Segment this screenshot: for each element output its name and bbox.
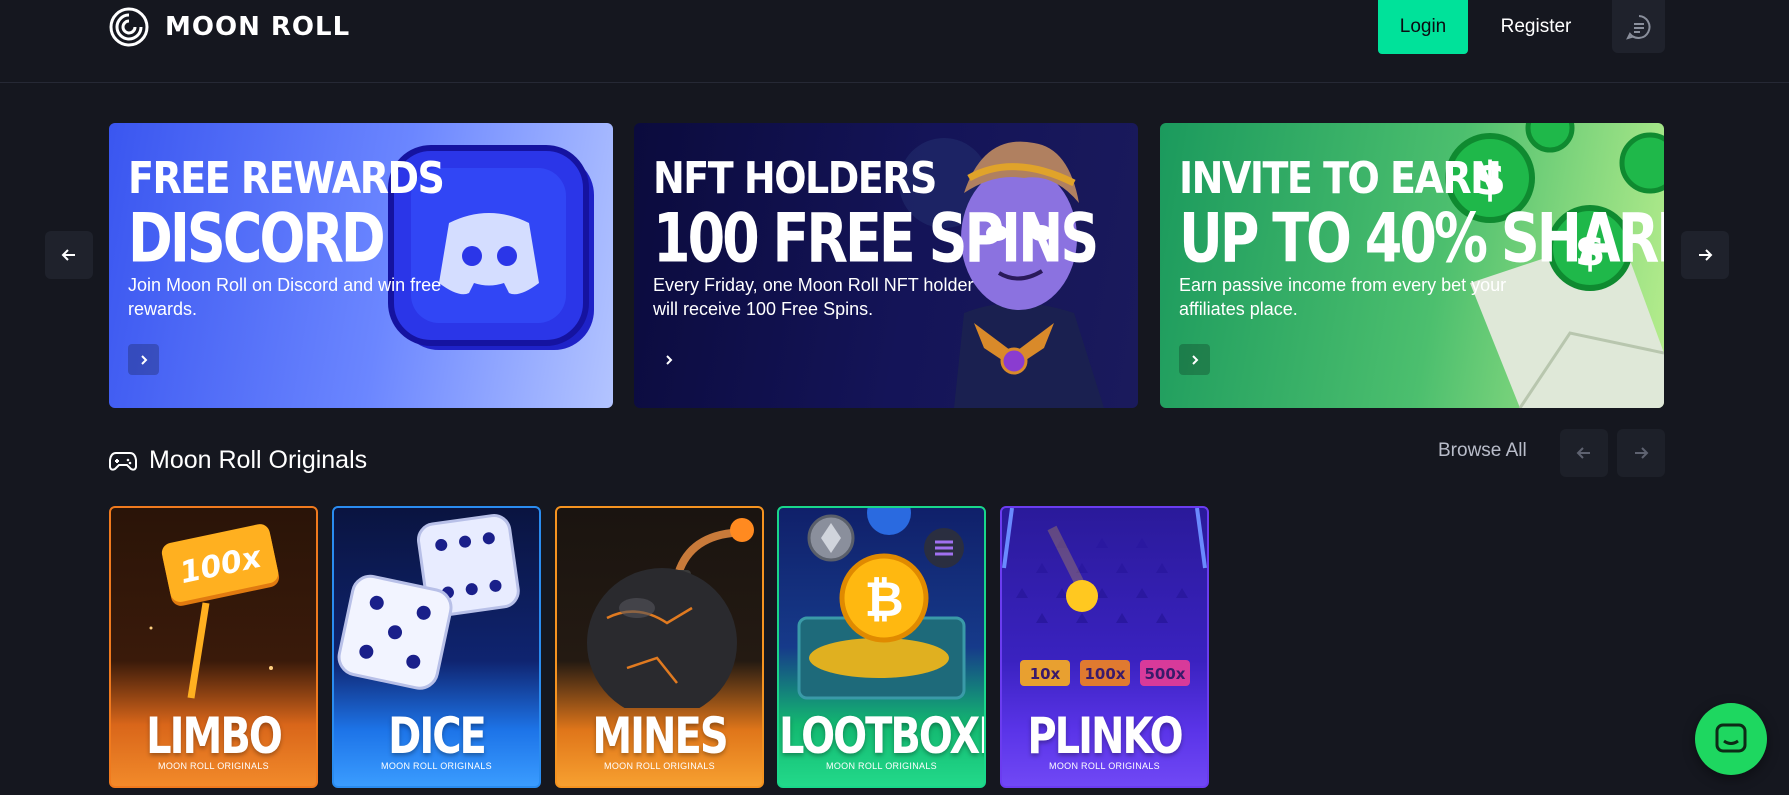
banner-description: Every Friday, one Moon Roll NFT holder w… bbox=[653, 275, 974, 319]
logo-text: MOON ROLL bbox=[165, 12, 351, 42]
banner-title-line1: INVITE TO EARN bbox=[1179, 152, 1502, 204]
banner-go-button[interactable] bbox=[1179, 344, 1210, 375]
section-title: Moon Roll Originals bbox=[149, 446, 368, 474]
banner-title-line2: UP TO 40% SHARE bbox=[1179, 198, 1664, 278]
multiplier-label: 500x bbox=[1145, 665, 1186, 683]
chat-support-icon bbox=[1715, 723, 1747, 753]
banner-description: Join Moon Roll on Discord and win free r… bbox=[128, 275, 442, 319]
bomb-art bbox=[587, 518, 754, 708]
plinko-art: 10x 100x 500x bbox=[1002, 508, 1207, 686]
logo[interactable]: MOON ROLL bbox=[109, 7, 350, 47]
arrow-right-icon bbox=[1635, 447, 1649, 459]
game-card-mines[interactable]: MINES MOON ROLL ORIGINALS bbox=[555, 506, 764, 788]
banner-description: Earn passive income from every bet your … bbox=[1179, 275, 1507, 319]
moon-logo-icon bbox=[109, 7, 149, 47]
arrow-left-icon bbox=[1576, 447, 1590, 459]
game-subtitle: MOON ROLL ORIGINALS bbox=[604, 761, 715, 771]
originals-heading: Moon Roll Originals bbox=[109, 446, 367, 475]
game-card-plinko[interactable]: 10x 100x 500x PLINKO MOON ROLL ORIGINALS bbox=[1000, 506, 1209, 788]
chat-bubble-icon bbox=[1625, 14, 1650, 40]
carousel-next-button[interactable] bbox=[1681, 231, 1729, 279]
browse-all-link[interactable]: Browse All bbox=[1438, 440, 1527, 462]
gamepad-icon bbox=[109, 451, 137, 471]
support-chat-button[interactable] bbox=[1695, 703, 1767, 775]
arrow-left-icon bbox=[61, 249, 75, 261]
banner-nft-holders[interactable]: NFT HOLDERS 100 FREE SPINS Every Friday,… bbox=[634, 123, 1138, 408]
game-subtitle: MOON ROLL ORIGINALS bbox=[381, 761, 492, 771]
top-header: MOON ROLL Login Register bbox=[0, 0, 1789, 83]
limbo-art: 100x bbox=[149, 524, 280, 699]
game-card-dice[interactable]: DICE MOON ROLL ORIGINALS bbox=[332, 506, 541, 788]
game-card-limbo[interactable]: 100x LIMBO MOON ROLL ORIGINALS bbox=[109, 506, 318, 788]
banner-title-line2: DISCORD bbox=[128, 198, 386, 278]
originals-prev-button[interactable] bbox=[1560, 429, 1608, 477]
banner-title-line1: NFT HOLDERS bbox=[653, 152, 937, 204]
arrow-right-icon bbox=[1699, 249, 1713, 261]
game-name: LIMBO bbox=[146, 708, 283, 766]
banner-title-line1: FREE REWARDS bbox=[128, 152, 445, 204]
game-name: LOOTBOXES bbox=[779, 708, 984, 766]
game-name: MINES bbox=[592, 708, 728, 766]
banner-title-line2: 100 FREE SPINS bbox=[653, 198, 1099, 278]
login-button[interactable]: Login bbox=[1378, 0, 1468, 54]
multiplier-label: 100x bbox=[1085, 665, 1126, 683]
game-subtitle: MOON ROLL ORIGINALS bbox=[826, 761, 937, 771]
originals-next-button[interactable] bbox=[1617, 429, 1665, 477]
game-name: DICE bbox=[388, 708, 487, 766]
game-subtitle: MOON ROLL ORIGINALS bbox=[1049, 761, 1160, 771]
chevron-right-icon bbox=[1191, 354, 1198, 365]
dice-art bbox=[337, 514, 520, 690]
chevron-right-icon bbox=[140, 354, 147, 365]
register-button[interactable]: Register bbox=[1485, 0, 1587, 54]
multiplier-label: 10x bbox=[1030, 665, 1061, 683]
svg-text:₿: ₿ bbox=[864, 572, 903, 628]
lootbox-art: ₿ bbox=[797, 508, 966, 700]
game-name: PLINKO bbox=[1027, 708, 1183, 766]
banner-go-button[interactable] bbox=[128, 344, 159, 375]
game-subtitle: MOON ROLL ORIGINALS bbox=[158, 761, 269, 771]
banner-discord[interactable]: FREE REWARDS DISCORD Join Moon Roll on D… bbox=[109, 123, 613, 408]
game-card-lootboxes[interactable]: ₿ LOOTBOXES MOON ROLL ORIGINALS bbox=[777, 506, 986, 788]
carousel-prev-button[interactable] bbox=[45, 231, 93, 279]
chevron-right-icon bbox=[665, 354, 672, 365]
banner-invite-to-earn[interactable]: $ $ INVITE TO EARN UP TO 40% SHARE Earn … bbox=[1160, 123, 1664, 408]
chat-button[interactable] bbox=[1612, 0, 1665, 53]
banner-go-button[interactable] bbox=[653, 344, 684, 375]
